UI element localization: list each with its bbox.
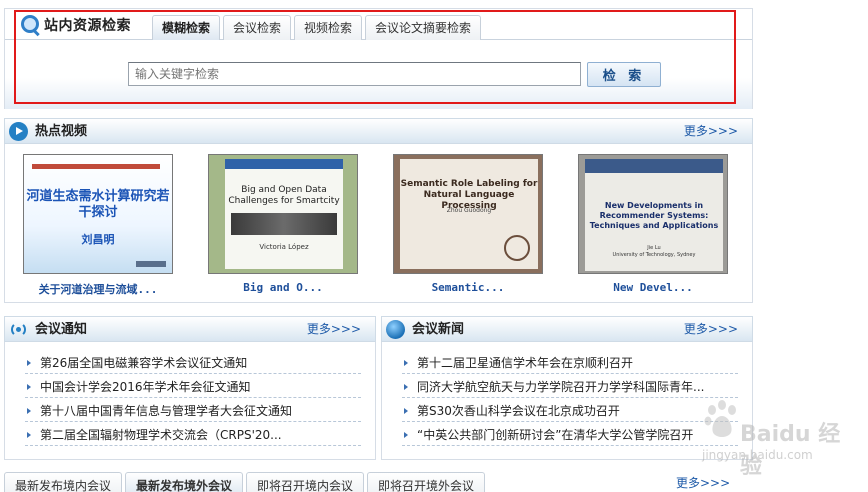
conference-news-panel: 会议新闻 更多>>> 第十二届卫星通信学术年会在京顺利召开 同济大学航空航天与力…	[381, 316, 753, 460]
video-item[interactable]: Big and Open Data Challenges for Smartci…	[208, 154, 358, 294]
conference-notices-more-link[interactable]: 更多>>>	[307, 317, 361, 342]
search-tabs: 模糊检索 会议检索 视频检索 会议论文摘要检索	[152, 15, 484, 41]
tab-video-search[interactable]: 视频检索	[294, 15, 363, 40]
video-item[interactable]: Semantic Role Labeling for Natural Langu…	[393, 154, 543, 294]
thumb-author: Jie Lu University of Technology, Sydney	[585, 245, 723, 259]
conference-list-more-link[interactable]: 更多>>>	[676, 474, 730, 491]
hot-videos-panel: 热点视频 更多>>> 河道生态需水计算研究若干探讨 刘昌明 关于河道治理与流域.…	[4, 118, 753, 303]
thumb-title: New Developments in Recommender Systems:…	[589, 201, 719, 230]
tab-abstract-search[interactable]: 会议论文摘要检索	[365, 15, 482, 40]
video-caption[interactable]: Big and O...	[208, 281, 358, 294]
list-item[interactable]: 第S30次香山科学会议在北京成功召开	[382, 399, 752, 423]
list-item[interactable]: 中国会计学会2016年学术年会征文通知	[5, 375, 375, 399]
conference-notices-list: 第26届全国电磁兼容学术会议征文通知 中国会计学会2016年学术年会征文通知 第…	[5, 351, 375, 447]
conference-news-bar: 会议新闻 更多>>>	[381, 316, 753, 342]
list-item[interactable]: 第十二届卫星通信学术年会在京顺利召开	[382, 351, 752, 375]
search-title-text: 站内资源检索	[44, 18, 131, 34]
slide: Big and Open Data Challenges for Smartci…	[225, 159, 343, 269]
video-caption[interactable]: New Devel...	[578, 281, 728, 294]
slide-image	[231, 213, 337, 235]
thumb-affiliation: University of Technology, Sydney	[612, 252, 696, 258]
thumb-author-name: Jie Lu	[647, 245, 661, 251]
slide-header-bar	[32, 164, 160, 169]
search-panel: 站内资源检索 模糊检索 会议检索 视频检索 会议论文摘要检索 检 索	[4, 8, 753, 109]
video-caption[interactable]: 关于河道治理与流域...	[23, 281, 173, 297]
conference-news-list: 第十二届卫星通信学术年会在京顺利召开 同济大学航空航天与力学学院召开力学学科国际…	[382, 351, 752, 447]
list-item[interactable]: 同济大学航空航天与力学学院召开力学学科国际青年...	[382, 375, 752, 399]
search-header: 站内资源检索 模糊检索 会议检索 视频检索 会议论文摘要检索	[5, 9, 752, 41]
conference-notices-title: 会议通知	[35, 322, 88, 337]
video-thumbnail[interactable]: New Developments in Recommender Systems:…	[578, 154, 728, 274]
thumb-author: Zhou Guodong	[446, 207, 492, 214]
video-item[interactable]: 河道生态需水计算研究若干探讨 刘昌明 关于河道治理与流域...	[23, 154, 173, 297]
thumb-title: Big and Open Data Challenges for Smartci…	[228, 185, 340, 206]
list-item[interactable]: 第二届全国辐射物理学术交流会（CRPS'20...	[5, 423, 375, 447]
list-item[interactable]: 第十八届中国青年信息与管理学者大会征文通知	[5, 399, 375, 423]
slide: Semantic Role Labeling for Natural Langu…	[400, 159, 538, 269]
search-input[interactable]	[128, 62, 581, 86]
conference-list-tabs: 最新发布境内会议 最新发布境外会议 即将召开境内会议 即将召开境外会议	[4, 472, 488, 492]
conference-news-title: 会议新闻	[412, 322, 465, 337]
thumb-author: 刘昌明	[81, 233, 115, 246]
conference-notices-panel: 会议通知 更多>>> 第26届全国电磁兼容学术会议征文通知 中国会计学会2016…	[4, 316, 376, 460]
video-thumbnail[interactable]: Semantic Role Labeling for Natural Langu…	[393, 154, 543, 274]
list-item[interactable]: 第26届全国电磁兼容学术会议征文通知	[5, 351, 375, 375]
video-thumbnail[interactable]: Big and Open Data Challenges for Smartci…	[208, 154, 358, 274]
tab-upcoming-overseas[interactable]: 即将召开境外会议	[367, 472, 486, 492]
hot-videos-more-link[interactable]: 更多>>>	[684, 119, 738, 144]
tab-upcoming-domestic[interactable]: 即将召开境内会议	[246, 472, 365, 492]
tab-latest-overseas[interactable]: 最新发布境外会议	[125, 472, 244, 492]
tab-fuzzy-search[interactable]: 模糊检索	[152, 15, 221, 41]
video-caption[interactable]: Semantic...	[393, 281, 543, 294]
conference-news-more-link[interactable]: 更多>>>	[684, 317, 738, 342]
institution-logo	[136, 261, 166, 267]
broadcast-icon	[9, 320, 28, 339]
tab-latest-domestic[interactable]: 最新发布境内会议	[4, 472, 123, 492]
thumb-title: 河道生态需水计算研究若干探讨	[26, 189, 170, 220]
watermark-text: Baidu 经验	[740, 422, 841, 479]
slide-header-bar	[225, 159, 343, 169]
tab-conference-search[interactable]: 会议检索	[223, 15, 292, 40]
search-title: 站内资源检索	[19, 12, 131, 38]
search-body: 检 索	[5, 40, 752, 109]
thumb-author: Victoria López	[259, 243, 309, 251]
play-icon	[9, 122, 28, 141]
university-seal-icon	[504, 235, 530, 261]
video-thumbnail[interactable]: 河道生态需水计算研究若干探讨 刘昌明	[23, 154, 173, 274]
hot-videos-title: 热点视频	[35, 124, 88, 139]
search-button[interactable]: 检 索	[587, 62, 661, 87]
slide-header-bar	[585, 159, 723, 173]
magnifier-icon	[19, 14, 41, 36]
hot-videos-bar: 热点视频 更多>>>	[4, 118, 753, 144]
slide: New Developments in Recommender Systems:…	[585, 159, 723, 271]
list-item[interactable]: “中英公共部门创新研讨会”在清华大学公管学院召开	[382, 423, 752, 447]
globe-icon	[386, 320, 405, 339]
conference-notices-bar: 会议通知 更多>>>	[4, 316, 376, 342]
video-item[interactable]: New Developments in Recommender Systems:…	[578, 154, 728, 294]
